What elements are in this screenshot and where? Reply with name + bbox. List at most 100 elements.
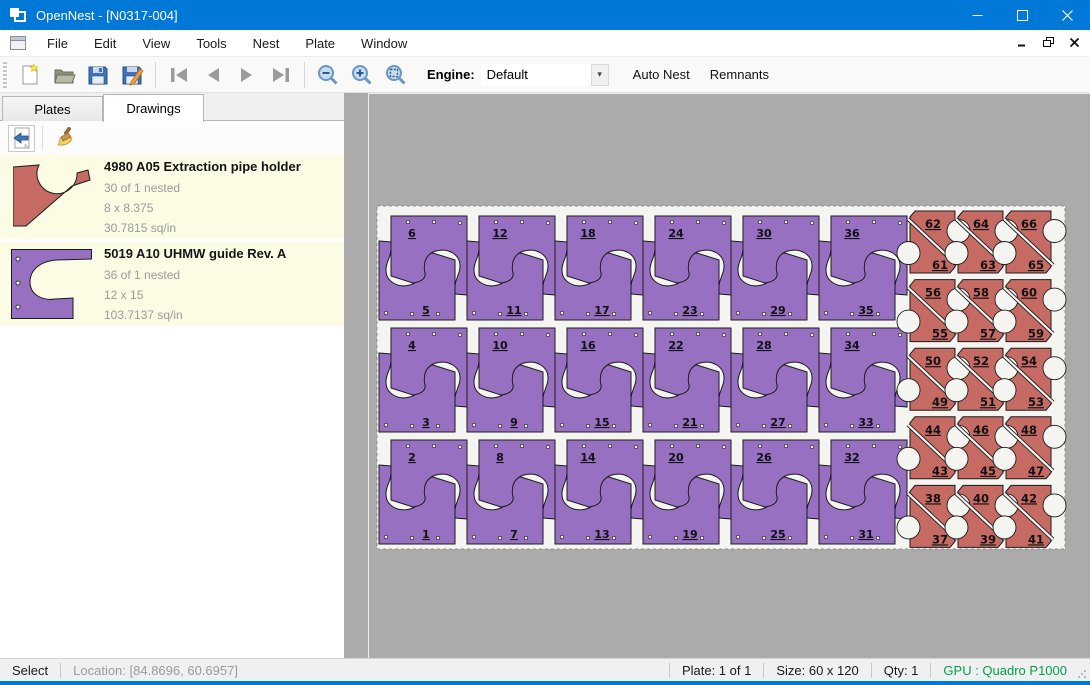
last-plate-icon[interactable]	[264, 60, 298, 90]
part-cutout	[945, 379, 968, 402]
nest-viewport[interactable]: 6512111817242330293635431091615222128273…	[368, 93, 1090, 658]
part-cutout	[1043, 494, 1066, 517]
maximize-icon[interactable]	[1000, 0, 1045, 30]
part-cutout	[1043, 357, 1066, 380]
part-number-label: 61	[932, 258, 948, 272]
part-number-label: 44	[925, 423, 941, 437]
app-window: OpenNest - [N0317-004] File Edit View To…	[0, 0, 1090, 685]
drawing-title: 4980 A05 Extraction pipe holder	[104, 156, 301, 178]
resize-grip[interactable]	[1077, 669, 1087, 679]
part-cutout	[1043, 425, 1066, 448]
first-plate-icon[interactable]	[162, 60, 196, 90]
sidebar-tabs: Plates Drawings	[0, 93, 344, 121]
part-number-label: 14	[580, 451, 596, 464]
menu-plate[interactable]: Plate	[292, 31, 348, 56]
mdi-minimize-icon[interactable]	[1012, 33, 1032, 51]
status-location: Location: [84.8696, 60.6957]	[69, 663, 242, 678]
menu-file[interactable]: File	[34, 31, 81, 56]
part-number-label: 55	[932, 327, 948, 341]
part-number-label: 37	[932, 532, 948, 546]
tab-plates[interactable]: Plates	[2, 96, 103, 121]
part-cutout	[945, 447, 968, 470]
part-number-label: 9	[510, 416, 518, 429]
part-number-label: 57	[980, 327, 996, 341]
part-number-label: 46	[973, 423, 989, 437]
part-number-label: 45	[980, 464, 996, 478]
part-number-label: 24	[668, 227, 684, 240]
part-number-label: 63	[980, 258, 996, 272]
status-size: Size: 60 x 120	[772, 663, 862, 678]
part-cutout	[993, 447, 1016, 470]
open-folder-icon[interactable]	[47, 60, 81, 90]
zoom-fit-icon[interactable]	[379, 60, 413, 90]
menu-edit[interactable]: Edit	[81, 31, 129, 56]
drawing-item[interactable]: 4980 A05 Extraction pipe holder 30 of 1 …	[0, 155, 344, 239]
drawing-nested: 36 of 1 nested	[104, 265, 286, 285]
part-number-label: 13	[594, 528, 609, 541]
engine-select[interactable]: Default ▾	[481, 64, 609, 86]
part-cutout	[945, 242, 968, 265]
part-cutout	[945, 516, 968, 539]
part-cutout	[993, 516, 1016, 539]
menu-view[interactable]: View	[129, 31, 183, 56]
auto-nest-button[interactable]: Auto Nest	[623, 62, 700, 87]
part-number-label: 58	[973, 286, 989, 300]
part-number-label: 53	[1028, 395, 1044, 409]
drawing-thumbnail	[0, 164, 104, 230]
part-number-label: 3	[422, 416, 430, 429]
part-number-label: 65	[1028, 258, 1044, 272]
menu-tools[interactable]: Tools	[183, 31, 239, 56]
zoom-in-icon[interactable]	[345, 60, 379, 90]
part-number-label: 7	[510, 528, 518, 541]
menubar: File Edit View Tools Nest Plate Window	[0, 30, 1090, 57]
part-number-label: 10	[492, 339, 508, 352]
remnants-button[interactable]: Remnants	[700, 62, 779, 87]
part-cutout	[945, 310, 968, 333]
mdi-restore-icon[interactable]	[1038, 33, 1058, 51]
mdi-close-icon[interactable]	[1064, 33, 1084, 51]
drawing-nested: 30 of 1 nested	[104, 178, 301, 198]
drawing-item[interactable]: 5019 A10 UHMW guide Rev. A 36 of 1 neste…	[0, 242, 344, 326]
clean-icon[interactable]	[50, 125, 77, 152]
chevron-down-icon[interactable]: ▾	[591, 64, 609, 86]
drawing-size: 8 x 8.375	[104, 198, 301, 218]
part-cutout	[1043, 220, 1066, 243]
next-plate-icon[interactable]	[230, 60, 264, 90]
import-drawing-icon[interactable]	[8, 125, 35, 152]
part-number-label: 59	[1028, 327, 1044, 341]
mdi-document-icon[interactable]	[10, 36, 26, 50]
part-number-label: 34	[844, 339, 860, 352]
tab-drawings[interactable]: Drawings	[103, 94, 204, 122]
part-number-label: 23	[682, 304, 697, 317]
save-as-icon[interactable]	[115, 60, 149, 90]
part-number-label: 6	[408, 227, 416, 240]
menu-nest[interactable]: Nest	[240, 31, 293, 56]
part-number-label: 8	[496, 451, 504, 464]
drawing-title: 5019 A10 UHMW guide Rev. A	[104, 243, 286, 265]
part-number-label: 12	[492, 227, 507, 240]
part-cutout	[897, 516, 920, 539]
minimize-icon[interactable]	[955, 0, 1000, 30]
save-icon[interactable]	[81, 60, 115, 90]
new-document-icon[interactable]	[13, 60, 47, 90]
part-number-label: 33	[858, 416, 873, 429]
drawing-thumbnail	[0, 249, 104, 319]
part-number-label: 4	[408, 339, 416, 352]
part-number-label: 35	[858, 304, 873, 317]
app-icon	[9, 7, 27, 23]
previous-plate-icon[interactable]	[196, 60, 230, 90]
nest-plate-view[interactable]: 6512111817242330293635431091615222128273…	[369, 94, 1090, 659]
close-icon[interactable]	[1045, 0, 1090, 30]
part-number-label: 29	[770, 304, 785, 317]
status-mode: Select	[8, 663, 52, 678]
part-cutout	[897, 379, 920, 402]
menu-window[interactable]: Window	[348, 31, 420, 56]
part-number-label: 5	[422, 304, 430, 317]
engine-value: Default	[487, 67, 528, 82]
part-number-label: 43	[932, 464, 948, 478]
part-number-label: 25	[770, 528, 785, 541]
part-number-label: 21	[682, 416, 697, 429]
part-cutout	[897, 447, 920, 470]
zoom-out-icon[interactable]	[311, 60, 345, 90]
nest-canvas[interactable]: 6512111817242330293635431091615222128273…	[345, 93, 1090, 658]
